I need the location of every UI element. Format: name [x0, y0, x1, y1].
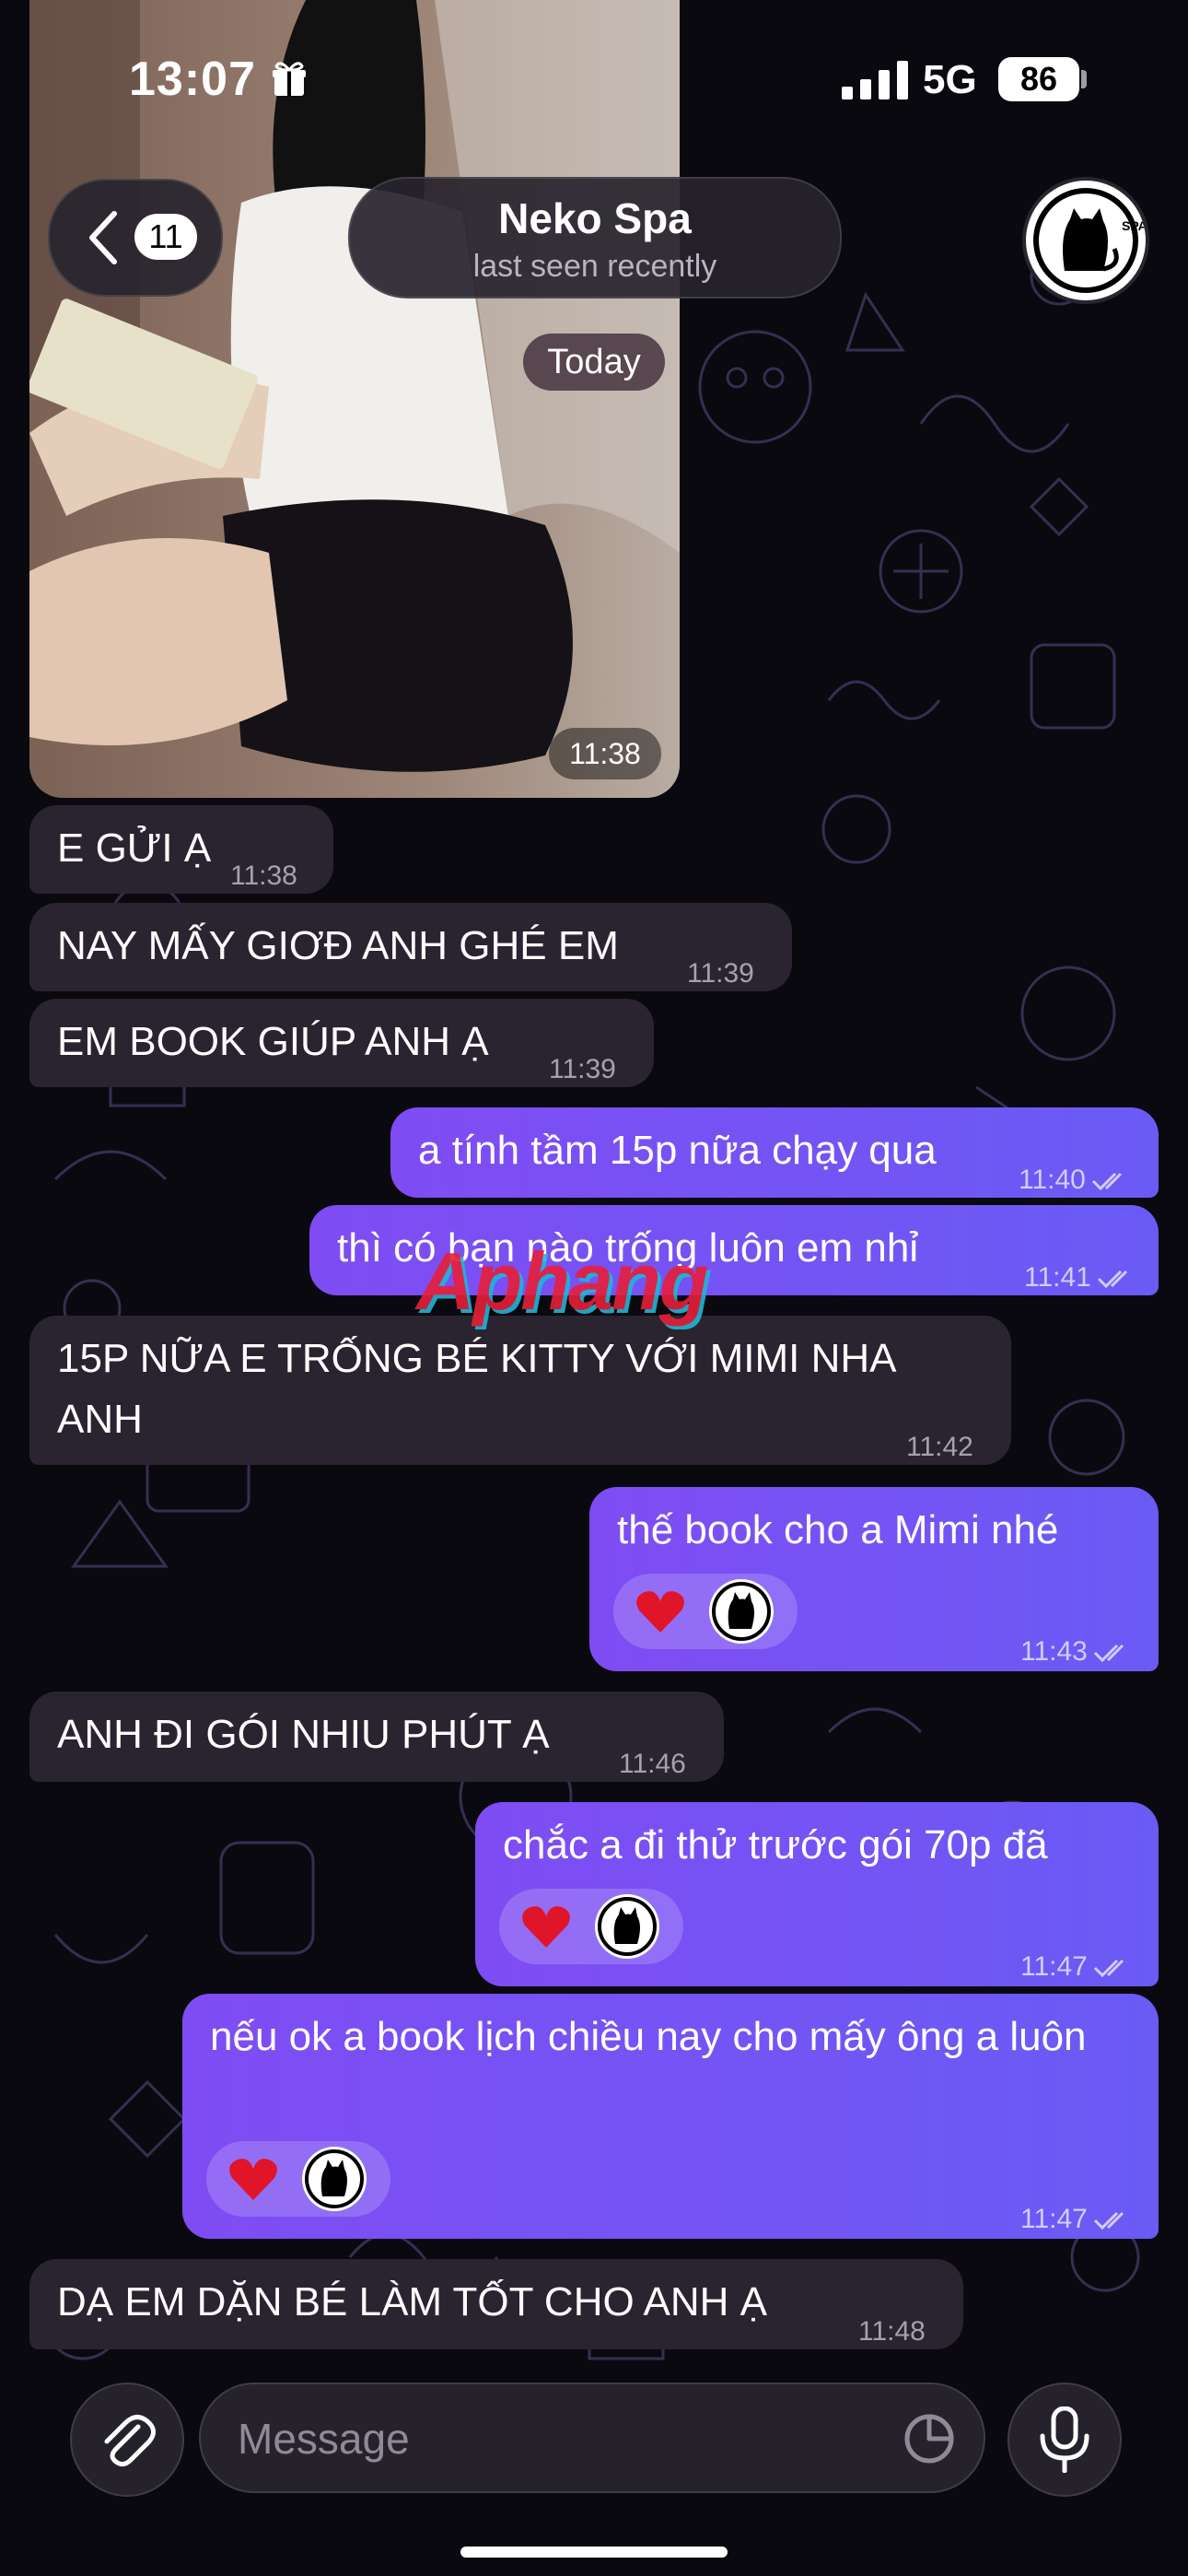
double-check-icon — [1093, 1645, 1124, 1663]
back-button[interactable]: 11 — [48, 179, 223, 297]
message-incoming[interactable]: EM BOOK GIÚP ANH Ạ 11:39 — [29, 999, 654, 1087]
chevron-left-icon — [89, 211, 117, 264]
double-check-icon — [1093, 1960, 1124, 1978]
message-field[interactable] — [199, 2383, 985, 2493]
double-check-icon — [1097, 1270, 1127, 1289]
reaction-bar[interactable] — [613, 1574, 798, 1649]
message-text: thế book cho a Mimi nhé — [617, 1507, 1059, 1552]
message-time: 11:47 — [1020, 1937, 1132, 1997]
message-incoming[interactable]: ANH ĐI GÓI NHIU PHÚT Ạ 11:46 — [29, 1692, 724, 1782]
reaction-bar[interactable] — [499, 1889, 683, 1964]
message-incoming[interactable]: E GỬI Ạ 11:38 — [29, 805, 333, 894]
network-label: 5G — [923, 57, 977, 102]
message-time: 11:40 — [1019, 1150, 1130, 1211]
message-time: 11:42 — [906, 1432, 973, 1462]
message-text: a tính tầm 15p nữa chạy qua — [418, 1128, 937, 1173]
message-text: E GỬI Ạ — [57, 825, 212, 871]
heart-icon — [636, 1591, 684, 1633]
status-bar: 13:07 5G 86 — [0, 0, 1188, 157]
message-time: 11:47 — [1020, 2189, 1132, 2250]
message-outgoing[interactable]: a tính tầm 15p nữa chạy qua 11:40 — [390, 1107, 1159, 1198]
message-incoming[interactable]: DẠ EM DẶN BÉ LÀM TỐT CHO ANH Ạ 11:48 — [29, 2259, 963, 2349]
chat-header[interactable]: Neko Spa last seen recently — [348, 177, 842, 299]
message-outgoing[interactable]: chắc a đi thử trước gói 70p đã 11:47 — [475, 1802, 1159, 1986]
message-outgoing[interactable]: thế book cho a Mimi nhé 11:43 — [589, 1487, 1159, 1671]
message-outgoing[interactable]: nếu ok a book lịch chiều nay cho mấy ông… — [182, 1994, 1159, 2239]
unread-count-badge: 11 — [134, 214, 197, 260]
paperclip-icon — [104, 2415, 156, 2467]
microphone-icon — [1040, 2406, 1089, 2473]
message-time: 11:38 — [230, 861, 297, 891]
gift-icon — [273, 62, 306, 96]
reaction-bar[interactable] — [206, 2141, 390, 2217]
message-text: DẠ EM DẶN BÉ LÀM TỐT CHO ANH Ạ — [57, 2279, 767, 2324]
chat-subtitle: last seen recently — [472, 249, 717, 284]
double-check-icon — [1093, 2212, 1124, 2231]
chat-title: Neko Spa — [498, 194, 692, 242]
message-incoming[interactable]: 15P NỮA E TRỐNG BÉ KITTY VỚI MIMI NHA AN… — [29, 1316, 1011, 1465]
composer-bar — [0, 2359, 1188, 2576]
message-time: 11:39 — [549, 1054, 616, 1084]
battery-tip — [1081, 70, 1087, 88]
message-text: NAY MẤY GIƠĐ ANH GHÉ EM — [57, 923, 619, 968]
message-text: 15P NỮA E TRỐNG BÉ KITTY VỚI MIMI NHA AN… — [57, 1336, 895, 1442]
message-incoming[interactable]: NAY MẤY GIƠĐ ANH GHÉ EM 11:39 — [29, 903, 792, 991]
message-text: nếu ok a book lịch chiều nay cho mấy ông… — [210, 2014, 1087, 2059]
heart-icon — [229, 2159, 277, 2200]
heart-icon — [522, 1906, 570, 1948]
message-time: 11:43 — [1020, 1622, 1132, 1682]
signal-icon — [842, 61, 908, 100]
reactor-avatar — [709, 1579, 774, 1644]
message-text: ANH ĐI GÓI NHIU PHÚT Ạ — [57, 1712, 550, 1757]
photo-timestamp: 11:38 — [549, 728, 661, 779]
watermark: Aphang — [416, 1235, 709, 1327]
reactor-avatar — [595, 1894, 659, 1959]
cat-spa-logo: SPA — [1033, 188, 1146, 293]
message-time: 11:41 — [1024, 1247, 1136, 1308]
status-time: 13:07 — [129, 53, 256, 106]
avatar-label: SPA — [1122, 218, 1146, 233]
message-text: EM BOOK GIÚP ANH Ạ — [57, 1019, 489, 1064]
date-chip: Today — [523, 334, 665, 391]
voice-record-button[interactable] — [1007, 2383, 1122, 2497]
message-input[interactable] — [236, 2384, 884, 2493]
contact-avatar[interactable]: SPA — [1022, 177, 1149, 304]
home-indicator — [460, 2547, 728, 2558]
message-time: 11:48 — [858, 2316, 926, 2347]
message-time: 11:39 — [687, 958, 754, 989]
message-text: chắc a đi thử trước gói 70p đã — [503, 1822, 1048, 1868]
sticker-icon[interactable] — [903, 2412, 956, 2465]
battery-indicator: 86 — [998, 57, 1079, 101]
reactor-avatar — [302, 2147, 367, 2211]
attach-button[interactable] — [70, 2383, 184, 2497]
message-time: 11:46 — [619, 1749, 686, 1779]
double-check-icon — [1091, 1173, 1122, 1191]
